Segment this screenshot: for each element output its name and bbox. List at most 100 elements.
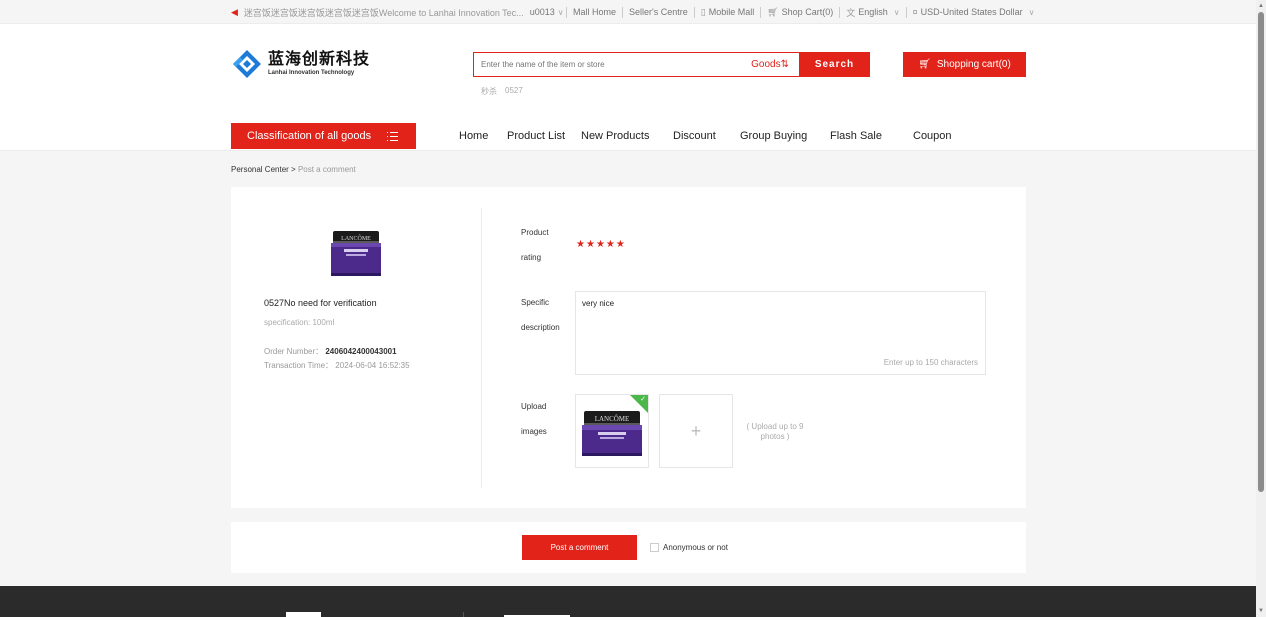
anonymous-label: Anonymous or not xyxy=(663,543,728,552)
star-icon[interactable]: ★ xyxy=(606,239,615,250)
scroll-up-icon[interactable]: ▲ xyxy=(1258,3,1264,9)
product-spec: specification: 100ml xyxy=(264,318,335,327)
mobile-icon: ▯ xyxy=(700,6,706,17)
description-value: very nice xyxy=(582,299,615,308)
order-number-row: Order Number： 2406042400043001 xyxy=(264,346,397,357)
mobile-mall-link[interactable]: ▯ Mobile Mall xyxy=(701,7,754,18)
search-scope-select[interactable]: Goods⇅ xyxy=(751,59,799,70)
shopping-cart-button[interactable]: 🛒︎ Shopping cart(0) xyxy=(903,52,1026,77)
all-categories-button[interactable]: Classification of all goods xyxy=(231,123,416,149)
logo-text: 蓝海创新科技 Lanhai Innovation Technology xyxy=(268,51,370,77)
top-bar-right: Mall Home Seller's Centre ▯ Mobile Mall … xyxy=(560,0,1035,24)
divider xyxy=(693,6,695,18)
nav-group-buying[interactable]: Group Buying xyxy=(740,123,807,149)
divider xyxy=(839,6,841,18)
top-bar-left: ◀ 迷宫饭迷宫饭迷宫饭迷宫饭迷宫饭Welcome to Lanhai Innov… xyxy=(231,0,564,24)
comment-card: LANCÔME 0527No need for verification spe… xyxy=(231,187,1026,508)
language-label: English xyxy=(858,7,888,17)
currency-label: USD-United States Dollar xyxy=(920,7,1023,17)
anonymous-checkbox[interactable] xyxy=(650,543,659,552)
sellers-centre-link[interactable]: Seller's Centre xyxy=(629,7,688,17)
divider xyxy=(760,6,762,18)
footer-divider xyxy=(463,612,464,617)
product-name[interactable]: 0527No need for verification xyxy=(264,298,377,308)
user-name: u0013 xyxy=(529,7,555,17)
upload-label-line: Upload xyxy=(521,402,547,411)
svg-text:LANCÔME: LANCÔME xyxy=(341,234,371,242)
logo-mark-icon xyxy=(231,48,263,80)
star-rating[interactable]: ★ ★ ★ ★ ★ xyxy=(576,239,625,250)
search-input[interactable] xyxy=(474,53,752,76)
nav-new-products[interactable]: New Products xyxy=(581,123,649,149)
hot-words: 秒杀 0527 xyxy=(481,86,523,97)
language-selector[interactable]: 文 English ∨ xyxy=(846,6,899,19)
nav-coupon[interactable]: Coupon xyxy=(913,123,952,149)
speaker-icon: ◀ xyxy=(231,6,238,17)
vertical-divider xyxy=(481,208,482,488)
translate-icon: 文 xyxy=(846,7,856,18)
logo-en: Lanhai Innovation Technology xyxy=(268,70,355,76)
header: 蓝海创新科技 Lanhai Innovation Technology Good… xyxy=(0,24,1256,151)
order-number-label: Order Number： xyxy=(264,347,324,356)
page-scrollbar[interactable]: ▲ ▼ xyxy=(1256,0,1266,617)
currency-selector[interactable]: ¤ USD-United States Dollar ∨ xyxy=(913,7,1035,17)
shopping-cart-label: Shopping cart(0) xyxy=(936,59,1011,70)
chevron-down-icon: ∨ xyxy=(893,7,900,17)
divider xyxy=(622,6,624,18)
star-icon[interactable]: ★ xyxy=(586,239,595,250)
description-label: Specific description xyxy=(521,290,571,340)
search-button[interactable]: Search xyxy=(799,52,870,77)
upload-label: Upload images xyxy=(521,394,571,444)
svg-text:LANCÔME: LANCÔME xyxy=(595,415,630,423)
site-logo[interactable]: 蓝海创新科技 Lanhai Innovation Technology xyxy=(231,48,370,80)
cart-icon: 🛒︎ xyxy=(767,6,779,17)
cream-jar-image[interactable]: LANCÔME xyxy=(330,231,382,277)
top-bar: ◀ 迷宫饭迷宫饭迷宫饭迷宫饭迷宫饭Welcome to Lanhai Innov… xyxy=(0,0,1256,24)
breadcrumb-current: Post a comment xyxy=(297,165,356,174)
scroll-down-icon[interactable]: ▼ xyxy=(1258,608,1264,614)
search-bar: Goods⇅ Search xyxy=(473,52,870,77)
transaction-time-value: 2024-06-04 16:52:35 xyxy=(335,361,410,370)
mall-home-link[interactable]: Mall Home xyxy=(573,7,616,17)
main-nav: Classification of all goods xyxy=(231,123,416,149)
nav-home[interactable]: Home xyxy=(459,123,488,149)
breadcrumb: Personal Center > Post a comment xyxy=(231,165,356,174)
welcome-text: 迷宫饭迷宫饭迷宫饭迷宫饭迷宫饭Welcome to Lanhai Innovat… xyxy=(243,7,524,18)
uploaded-image-thumbnail[interactable]: LANCÔME ✓ xyxy=(575,394,649,468)
post-comment-button[interactable]: Post a comment xyxy=(522,535,637,560)
description-textarea[interactable]: very nice Enter up to 150 characters xyxy=(575,291,986,375)
upload-limit-note: ( Upload up to 9 photos ) xyxy=(746,422,804,441)
list-menu-icon xyxy=(387,131,399,141)
divider xyxy=(905,6,907,18)
cart-icon: 🛒︎ xyxy=(918,59,931,70)
star-icon[interactable]: ★ xyxy=(616,239,625,250)
search-box: Goods⇅ xyxy=(473,52,799,77)
order-number-value: 2406042400043001 xyxy=(325,347,397,356)
divider xyxy=(566,6,567,18)
all-categories-label: Classification of all goods xyxy=(247,130,372,142)
nav-product-list[interactable]: Product List xyxy=(507,123,565,149)
character-limit-hint: Enter up to 150 characters xyxy=(883,358,978,367)
rating-label-line: rating xyxy=(521,253,542,262)
breadcrumb-separator: > xyxy=(291,165,296,174)
nav-discount[interactable]: Discount xyxy=(673,123,716,149)
hot-word[interactable]: 0527 xyxy=(505,86,523,97)
user-menu[interactable]: u0013 ∨ xyxy=(530,7,564,17)
transaction-time-row: Transaction Time： 2024-06-04 16:52:35 xyxy=(264,360,410,371)
breadcrumb-personal-center[interactable]: Personal Center xyxy=(231,165,289,174)
add-image-button[interactable]: + xyxy=(659,394,733,468)
scrollbar-thumb[interactable] xyxy=(1258,12,1264,492)
anonymous-checkbox-row[interactable]: Anonymous or not xyxy=(650,543,728,552)
mobile-mall-label: Mobile Mall xyxy=(708,7,755,17)
shop-cart-link[interactable]: 🛒︎ Shop Cart(0) xyxy=(767,7,833,18)
transaction-time-label: Transaction Time： xyxy=(264,361,334,370)
nav-flash-sale[interactable]: Flash Sale xyxy=(830,123,882,149)
footer xyxy=(0,586,1256,617)
description-label-line: Specific xyxy=(521,298,550,307)
chevron-down-icon: ∨ xyxy=(1028,7,1035,17)
currency-icon: ¤ xyxy=(912,7,918,17)
check-icon: ✓ xyxy=(640,396,646,403)
star-icon[interactable]: ★ xyxy=(596,239,605,250)
star-icon[interactable]: ★ xyxy=(576,239,585,250)
hot-word[interactable]: 秒杀 xyxy=(481,86,497,97)
